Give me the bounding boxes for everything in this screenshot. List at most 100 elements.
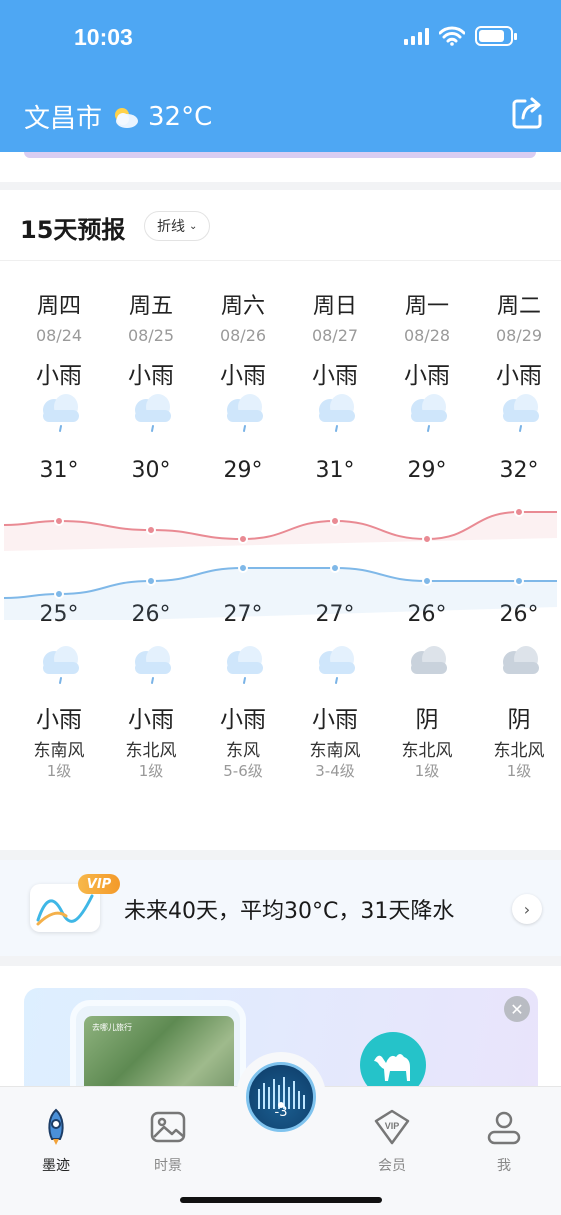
wind-direction: 东南风	[309, 741, 361, 761]
weekday-label: 周日	[312, 294, 357, 319]
low-temp-area	[4, 568, 557, 620]
tab-moji[interactable]: 墨迹	[16, 1107, 96, 1175]
vip-forecast-banner[interactable]: VIP 未来40天，平均30°C，31天降水 ›	[0, 860, 561, 956]
low-temp-point	[238, 563, 248, 573]
share-icon[interactable]	[511, 96, 543, 130]
chevron-down-icon: ⌄	[189, 220, 198, 232]
wind-level: 3-4级	[315, 762, 355, 780]
status-time: 10:03	[74, 24, 133, 50]
weekday-label: 周二	[496, 294, 541, 319]
vip-icon: VIP	[374, 1109, 410, 1145]
forecast-card: 15天预报 折线 ⌄ 周四 08/24 小雨 31° 25° 小雨 东南风 1级 周五 08/25…	[0, 190, 561, 850]
home-indicator	[180, 1197, 382, 1203]
center-weather-button[interactable]: -3	[236, 1052, 326, 1142]
wind-level: 1级	[414, 762, 440, 780]
day-condition: 小雨	[128, 363, 174, 389]
rocket-icon	[48, 1108, 64, 1145]
center-value: -3	[274, 1105, 288, 1120]
wind-level: 1级	[46, 762, 72, 780]
status-icons	[404, 26, 517, 46]
wifi-icon	[439, 26, 465, 46]
low-temp-point	[514, 576, 524, 586]
wind-level: 1级	[506, 762, 532, 780]
low-temp-point	[54, 589, 64, 599]
city-name: 文昌市	[24, 104, 103, 134]
location-summary[interactable]: 文昌市 32°C	[24, 98, 212, 135]
vip-banner-text: 未来40天，平均30°C，31天降水	[124, 899, 455, 924]
date-label: 08/28	[403, 326, 451, 345]
high-temp-point	[238, 534, 248, 544]
high-temp: 30°	[131, 458, 171, 483]
wind-direction: 东南风	[33, 741, 85, 761]
svg-text:VIP: VIP	[385, 1121, 400, 1131]
chart-mode-label: 折线	[157, 219, 185, 235]
high-temp-point	[54, 516, 64, 526]
tab-label: 我	[497, 1158, 511, 1174]
high-temp: 32°	[499, 458, 539, 483]
light-rain-icon	[227, 646, 263, 684]
low-temp-point	[330, 563, 340, 573]
wind-direction: 东北风	[493, 741, 545, 761]
chart-mode-dropdown[interactable]: 折线 ⌄	[144, 211, 211, 241]
day-condition: 小雨	[220, 363, 266, 389]
light-rain-icon	[319, 394, 355, 432]
high-temp-point	[514, 507, 524, 517]
previous-card-edge	[0, 152, 561, 182]
night-condition: 小雨	[220, 707, 266, 733]
user-icon	[487, 1111, 521, 1145]
light-rain-icon	[43, 394, 79, 432]
light-rain-icon	[319, 646, 355, 684]
night-condition: 小雨	[36, 707, 82, 733]
weekday-label: 周一	[404, 294, 449, 319]
day-condition: 小雨	[312, 363, 358, 389]
high-temp-point	[330, 516, 340, 526]
ad-photo-label: 去哪儿旅行	[92, 1023, 132, 1032]
high-temp-point	[146, 525, 156, 535]
weather-app: 10:03 文昌市 32°C 15天预报 折线 ⌄ 周四 08/24 小雨 31…	[0, 0, 561, 1215]
night-condition: 阴	[507, 707, 531, 733]
tab-label: 会员	[378, 1158, 406, 1174]
date-label: 08/27	[311, 326, 359, 345]
light-rain-icon	[503, 394, 539, 432]
signal-icon	[404, 27, 429, 45]
light-rain-icon	[411, 394, 447, 432]
close-icon[interactable]: ✕	[504, 996, 530, 1022]
temperature-chart	[3, 507, 558, 620]
date-label: 08/29	[495, 326, 543, 345]
divider	[0, 260, 561, 261]
high-temp-area	[4, 512, 557, 551]
partly-cloudy-icon	[115, 107, 139, 128]
overcast-icon	[503, 646, 539, 674]
high-temp-point	[422, 534, 432, 544]
wind-level: 1级	[138, 762, 164, 780]
light-rain-icon	[227, 394, 263, 432]
vip-badge: VIP	[78, 874, 120, 894]
night-condition: 阴	[415, 707, 439, 733]
weekday-label: 周四	[36, 294, 81, 319]
picture-icon	[150, 1111, 186, 1143]
night-condition: 小雨	[128, 707, 174, 733]
tab-label: 时景	[154, 1158, 182, 1174]
chevron-right-icon[interactable]: ›	[512, 894, 542, 924]
tab-membership[interactable]: VIP 会员	[352, 1107, 432, 1175]
forecast-title: 15天预报	[20, 216, 126, 244]
tab-scenery[interactable]: 时景	[128, 1107, 208, 1175]
current-temp: 32°C	[148, 101, 213, 132]
day-condition: 小雨	[404, 363, 450, 389]
light-rain-icon	[43, 646, 79, 684]
wind-level: 5-6级	[223, 762, 263, 780]
light-rain-icon	[135, 394, 171, 432]
day-condition: 小雨	[36, 363, 82, 389]
weekday-label: 周六	[220, 294, 265, 319]
wind-direction: 东北风	[125, 741, 177, 761]
high-temp: 31°	[39, 458, 79, 483]
tab-me[interactable]: 我	[464, 1107, 544, 1175]
top-header: 10:03 文昌市 32°C	[0, 0, 561, 152]
day-condition: 小雨	[496, 363, 542, 389]
date-label: 08/24	[35, 326, 83, 345]
date-label: 08/26	[219, 326, 267, 345]
weekday-label: 周五	[128, 294, 173, 319]
date-label: 08/25	[127, 326, 175, 345]
wind-direction: 东风	[226, 741, 260, 761]
night-condition: 小雨	[312, 707, 358, 733]
